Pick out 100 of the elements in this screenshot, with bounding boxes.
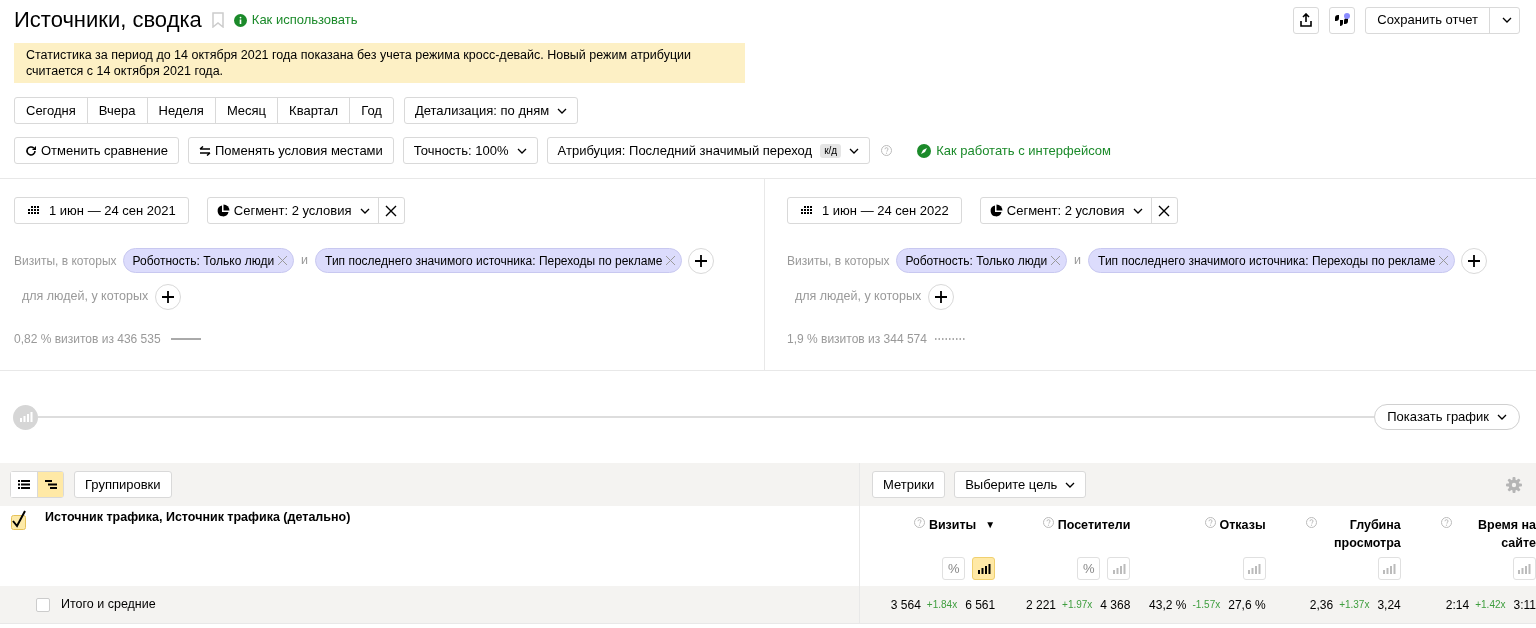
compass-icon (917, 143, 932, 158)
percent-toggle[interactable]: % (942, 557, 966, 580)
pie-chart-icon (215, 203, 230, 218)
chart-toggle-button[interactable] (972, 557, 996, 580)
column-header[interactable]: Отказы (1219, 516, 1266, 534)
export-button[interactable] (1293, 6, 1320, 34)
percent-toggle[interactable]: % (1077, 557, 1101, 580)
help-icon[interactable] (1305, 517, 1317, 528)
compare-value: 3:11 (1513, 596, 1536, 614)
totals-value: 3 564 (890, 596, 921, 614)
dotted-line-legend (934, 338, 965, 340)
chart-toggle-button[interactable] (1513, 557, 1536, 580)
column-header[interactable]: Посетители (1057, 516, 1131, 534)
date-range-button[interactable]: 1 июн — 24 сен 2021 (14, 197, 189, 224)
plus-icon (695, 254, 708, 267)
view-toggle-button[interactable] (37, 472, 63, 497)
refresh-icon (25, 144, 37, 157)
plus-icon (935, 290, 948, 303)
checkbox[interactable] (11, 510, 27, 530)
share-icon (1300, 13, 1313, 27)
interface-help-link[interactable]: Как работать с интерфейсом (936, 140, 1112, 161)
accuracy-dropdown[interactable]: Точность: 100% (402, 137, 538, 164)
totals-label: Итого и средние (61, 596, 156, 614)
close-icon (1158, 204, 1171, 217)
help-link[interactable]: Как использовать (251, 10, 358, 30)
condition-chip[interactable]: Тип последнего значимого источника: Переходы по рекламе (1088, 248, 1456, 273)
period-button[interactable]: Квартал (277, 98, 350, 123)
info-icon (233, 13, 247, 27)
condition-chip[interactable]: Тип последнего значимого источника: Переходы по рекламе (315, 248, 683, 273)
page-title: Источники, сводка (14, 9, 202, 31)
period-button[interactable]: Месяц (214, 98, 278, 123)
close-icon (385, 204, 398, 217)
chart-toggle-button[interactable] (1242, 557, 1266, 580)
cancel-compare-button[interactable]: Отменить сравнение (14, 137, 179, 164)
totals-value: 2:14 (1445, 596, 1470, 614)
assistant-button[interactable] (1329, 6, 1356, 34)
chevron-down-icon (1132, 207, 1143, 214)
help-icon[interactable] (1042, 517, 1054, 528)
chevron-down-icon (557, 107, 568, 114)
list-icon (18, 480, 30, 489)
people-condition-label: для людей, у которых (22, 288, 149, 306)
period-button[interactable]: Неделя (146, 98, 215, 123)
compare-value: 27,6 % (1228, 596, 1266, 614)
condition-label: Визиты, в которых (787, 252, 890, 270)
checkbox[interactable] (36, 597, 50, 612)
period-button[interactable]: Год (349, 98, 393, 123)
date-range-button[interactable]: 1 июн — 24 сен 2022 (787, 197, 962, 224)
compare-value: 4 368 (1100, 596, 1131, 614)
bar-chart-icon (1382, 563, 1397, 574)
chart-toggle-icon[interactable] (13, 404, 38, 430)
goal-dropdown[interactable]: Выберите цель (954, 471, 1087, 498)
sort-indicator[interactable]: ▼ (985, 516, 996, 534)
help-icon[interactable] (881, 145, 893, 156)
grouping-header: Источник трафика, Источник трафика (детально) (45, 510, 351, 524)
column-header[interactable]: Время на сайте (1456, 516, 1536, 552)
help-icon[interactable] (913, 517, 925, 528)
chevron-down-icon (849, 147, 860, 154)
joiner-text: и (1074, 252, 1082, 270)
joiner-text: и (301, 252, 309, 270)
remove-icon[interactable] (1050, 255, 1062, 266)
segment-summary: 0,82 % визитов из 436 535 (14, 331, 161, 348)
groupings-button[interactable]: Группировки (74, 471, 172, 498)
detail-dropdown[interactable]: Детализация: по дням (403, 97, 579, 124)
swap-button[interactable]: Поменять условия местами (187, 137, 394, 164)
chevron-down-icon (1501, 17, 1512, 23)
remove-icon[interactable] (1438, 255, 1450, 266)
condition-chip[interactable]: Роботность: Только люди (895, 248, 1068, 273)
totals-value: 2 221 (1026, 596, 1057, 614)
chart-toggle-button[interactable] (1107, 557, 1131, 580)
help-icon[interactable] (1204, 517, 1216, 528)
bar-chart-icon (1517, 563, 1532, 574)
plus-icon (1468, 254, 1481, 267)
cross-device-badge: к/д (820, 143, 842, 158)
remove-icon[interactable] (277, 255, 289, 266)
swap-arrows-icon (198, 145, 211, 156)
quote-icon (1334, 13, 1351, 27)
bar-chart-icon (976, 563, 991, 574)
chevron-down-icon (359, 207, 370, 214)
bookmark-icon[interactable] (211, 12, 224, 28)
help-icon[interactable] (1441, 517, 1452, 528)
chevron-down-icon (516, 147, 527, 154)
metrics-button[interactable]: Метрики (872, 471, 946, 498)
bar-chart-icon (1111, 563, 1126, 574)
calendar-grid-icon (800, 205, 814, 216)
tree-list-icon (44, 480, 57, 489)
plus-icon (162, 290, 175, 303)
column-header[interactable]: Визиты (928, 516, 977, 534)
column-header[interactable]: Глубина просмотра (1320, 516, 1401, 552)
remove-icon[interactable] (665, 255, 677, 266)
totals-value: 43,2 % (1149, 596, 1187, 614)
period-button[interactable]: Вчера (86, 98, 147, 123)
settings-icon[interactable] (1506, 476, 1522, 493)
change-ratio: +1.97x (1062, 598, 1093, 612)
solid-line-legend (170, 338, 201, 340)
notice-banner: Статистика за период до 14 октября 2021 года показана без учета режима кросс-девайс. Новый режим атрибуции считается с 14 октября 2021 года. (14, 43, 745, 83)
change-ratio: +1.84x (926, 598, 958, 612)
period-button[interactable]: Сегодня (15, 98, 87, 123)
attribution-dropdown[interactable]: Атрибуция: Последний значимый переход к/д (546, 137, 871, 164)
chart-toggle-button[interactable] (1377, 557, 1401, 580)
condition-chip[interactable]: Роботность: Только люди (122, 248, 295, 273)
